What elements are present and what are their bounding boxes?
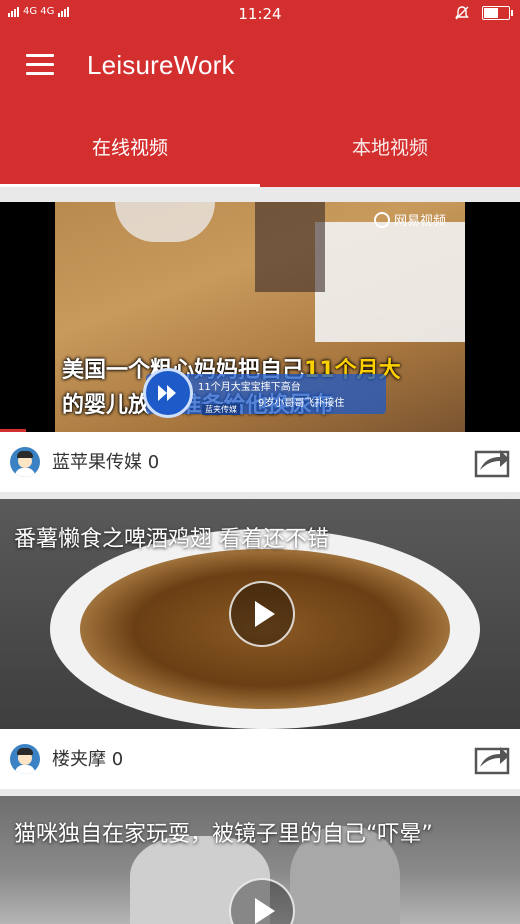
banner-line2: 9岁小哥哥飞扑接住 xyxy=(258,398,345,409)
video-card[interactable]: 番薯懒食之啤酒鸡翅 看着还不错 楼夹摩 0 xyxy=(0,499,520,789)
tab-online-video[interactable]: 在线视频 xyxy=(0,112,260,184)
video-title: 番薯懒食之啤酒鸡翅 看着还不错 xyxy=(14,527,329,552)
avatar[interactable] xyxy=(10,744,40,774)
clock: 11:24 xyxy=(238,5,282,23)
video-thumbnail[interactable]: 猫咪独自在家玩耍，被镜子里的自己“吓晕” xyxy=(0,796,520,924)
play-icon[interactable] xyxy=(229,581,295,647)
video-card-footer: 楼夹摩 0 xyxy=(0,729,520,789)
share-icon[interactable] xyxy=(474,444,510,478)
banner-line1: 11个月大宝宝摔下高台 xyxy=(198,382,301,393)
menu-icon[interactable] xyxy=(26,54,54,76)
battery-icon xyxy=(482,6,513,20)
app-title: LeisureWork xyxy=(87,50,235,80)
author-name: 蓝苹果传媒 0 xyxy=(52,452,160,473)
tab-local-video[interactable]: 本地视频 xyxy=(260,112,520,184)
video-card[interactable]: 猫咪独自在家玩耍，被镜子里的自己“吓晕” xyxy=(0,796,520,924)
video-thumbnail[interactable]: 网易视频 美国一个粗心妈妈把自己11个月大 的婴儿放 上准备给他换尿布 11个月… xyxy=(0,202,520,432)
banner-source: 蓝夹传媒 xyxy=(202,404,240,415)
avatar[interactable] xyxy=(10,447,40,477)
video-card[interactable]: 网易视频 美国一个粗心妈妈把自己11个月大 的婴儿放 上准备给他换尿布 11个月… xyxy=(0,202,520,492)
watermark: 网易视频 xyxy=(374,210,446,229)
watermark-text: 网易视频 xyxy=(394,214,447,229)
tab-bar: 在线视频 本地视频 xyxy=(0,112,520,187)
video-card-footer: 蓝苹果传媒 0 xyxy=(0,432,520,492)
share-icon[interactable] xyxy=(474,741,510,775)
video-thumbnail[interactable]: 番薯懒食之啤酒鸡翅 看着还不错 xyxy=(0,499,520,729)
status-bar: 4G 4G 11:24 xyxy=(0,0,520,28)
author-name: 楼夹摩 0 xyxy=(52,749,124,770)
watermark-logo-icon xyxy=(374,211,390,228)
video-title: 猫咪独自在家玩耍，被镜子里的自己“吓晕” xyxy=(14,822,433,847)
app-bar: LeisureWork xyxy=(0,28,520,112)
tab-indicator xyxy=(0,184,260,187)
bell-muted-icon xyxy=(455,6,469,20)
fast-forward-icon xyxy=(143,368,193,418)
